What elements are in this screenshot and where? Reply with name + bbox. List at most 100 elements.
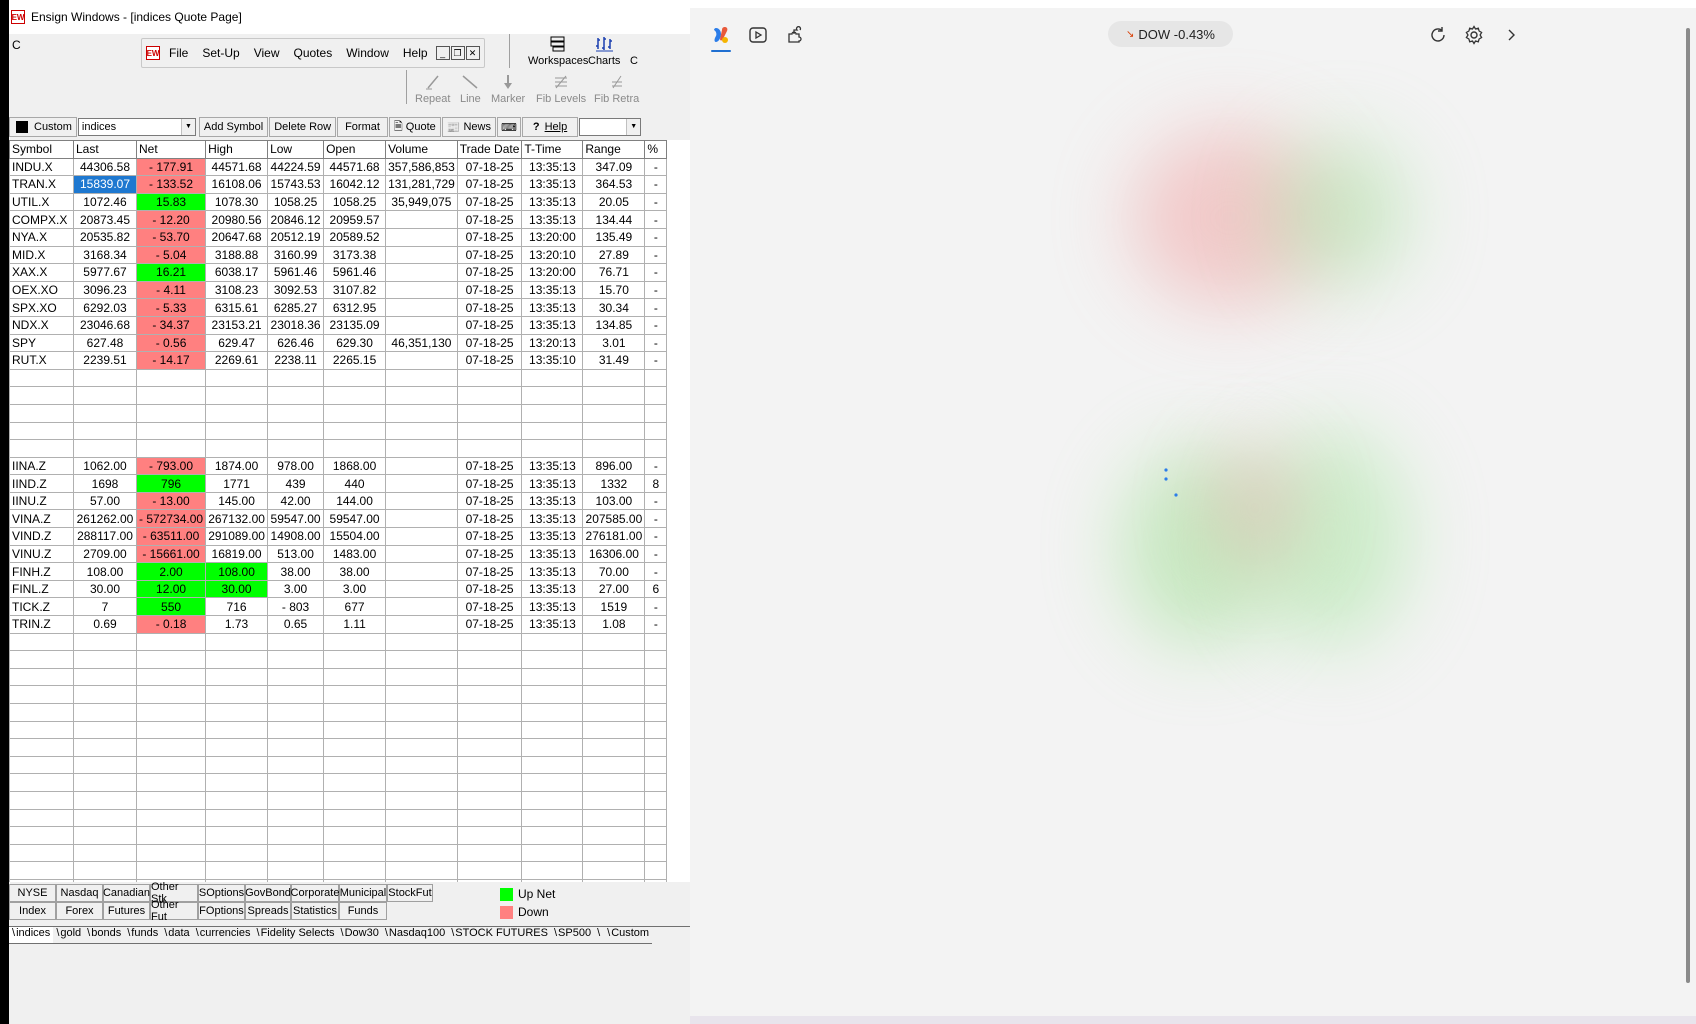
table-row[interactable]: NDX.X 23046.68- 34.37 23153.21 23018.36 2313… [9, 315, 668, 335]
quote-grid[interactable]: Symbol Last Net High Low Open Volume Tra… [9, 140, 690, 882]
cell-low[interactable] [267, 403, 325, 423]
cell-open[interactable]: 38.00 [323, 562, 387, 581]
cell-last[interactable] [73, 685, 137, 704]
cell-last[interactable] [73, 386, 137, 405]
cell-t-time[interactable] [521, 667, 584, 687]
cell-last[interactable] [73, 667, 137, 687]
cell-t-time[interactable]: 13:35:13 [521, 491, 584, 511]
cell-symbol[interactable]: SPX.XO [9, 298, 74, 317]
menu-file[interactable]: File [162, 46, 195, 60]
cell-open[interactable]: 2265.15 [323, 351, 387, 370]
sheet-tab[interactable]: indices [9, 927, 54, 944]
cell-high[interactable]: 23153.21 [205, 315, 269, 335]
cell-t-time[interactable]: 13:35:10 [521, 351, 584, 370]
cell-range[interactable] [582, 738, 646, 757]
cell-net[interactable] [135, 843, 207, 863]
quote-button[interactable]: 🗎 Quote [388, 117, 441, 137]
table-row[interactable]: VINA.Z 261262.00- 572734.00 267132.00 59547… [9, 509, 668, 529]
cell-volume[interactable] [385, 439, 458, 458]
cell-volume[interactable] [385, 650, 458, 669]
workspaces-button[interactable]: Workspaces [528, 36, 588, 67]
table-row[interactable] [9, 755, 668, 775]
cell-range[interactable]: 135.49 [582, 227, 646, 247]
cell-pct[interactable]: - [644, 263, 668, 282]
cell-open[interactable] [323, 368, 387, 388]
cell-last[interactable] [73, 632, 137, 652]
table-row[interactable]: IIND.Z 1698 796 1771 439 440 07-18-25 13:35:13 1… [9, 474, 668, 493]
cell-trade-date[interactable]: 07-18-25 [456, 315, 523, 335]
cell-trade-date[interactable]: 07-18-25 [456, 579, 523, 599]
cell-symbol[interactable]: MID.X [9, 245, 74, 265]
cell-low[interactable]: 978.00 [267, 456, 325, 476]
cell-high[interactable]: 16108.06 [205, 175, 269, 194]
cell-high[interactable]: 1874.00 [205, 456, 269, 476]
cell-symbol[interactable]: FINL.Z [9, 579, 74, 599]
cell-open[interactable]: 15504.00 [323, 527, 387, 546]
cell-trade-date[interactable]: 07-18-25 [456, 280, 523, 300]
cell-range[interactable]: 20.05 [582, 192, 646, 212]
cell-volume[interactable] [385, 210, 458, 229]
cell-t-time[interactable]: 13:35:13 [521, 509, 584, 529]
cell-volume[interactable] [385, 579, 458, 599]
cell-t-time[interactable] [521, 738, 584, 757]
table-row[interactable]: RUT.X 2239.51- 14.17 2269.61 2238.11 2265.15… [9, 351, 668, 370]
cell-low[interactable]: 513.00 [267, 544, 325, 564]
cell-pct[interactable]: - [644, 210, 668, 229]
sheet-tab[interactable] [594, 927, 605, 944]
cell-trade-date[interactable] [456, 667, 523, 687]
cell-net[interactable]: - 63511.00 [135, 527, 207, 546]
settings-icon[interactable] [1463, 24, 1485, 46]
c-button[interactable]: C [630, 36, 638, 67]
cell-high[interactable]: 20647.68 [205, 227, 269, 247]
cell-low[interactable] [267, 738, 325, 757]
cell-high[interactable]: 629.47 [205, 333, 269, 353]
cell-high[interactable]: 44571.68 [205, 157, 269, 177]
cell-trade-date[interactable]: 07-18-25 [456, 527, 523, 546]
cell-open[interactable]: 6312.95 [323, 298, 387, 317]
cell-symbol[interactable] [9, 773, 74, 792]
sheet-tab[interactable]: SP500 [550, 927, 595, 944]
category-button[interactable]: Other Fut [150, 899, 198, 923]
cell-net[interactable]: - 5.33 [135, 298, 207, 317]
cell-pct[interactable]: - [644, 562, 668, 581]
cell-net[interactable] [135, 703, 207, 722]
cell-pct[interactable] [644, 439, 668, 458]
mdi-logo-icon[interactable]: EW [146, 46, 160, 60]
cell-net[interactable] [135, 826, 207, 845]
cell-trade-date[interactable]: 07-18-25 [456, 210, 523, 229]
cell-trade-date[interactable] [456, 720, 523, 740]
cell-range[interactable]: 276181.00 [582, 527, 646, 546]
cell-volume[interactable]: 35,949,075 [385, 192, 458, 212]
cell-net[interactable]: 12.00 [135, 579, 207, 599]
cell-range[interactable] [582, 632, 646, 652]
sheet-tab[interactable]: Dow30 [337, 927, 382, 944]
cell-high[interactable] [205, 421, 269, 441]
cell-t-time[interactable]: 13:20:00 [521, 263, 584, 282]
col-range[interactable]: Range [582, 140, 646, 159]
col-volume[interactable]: Volume [385, 140, 458, 159]
cell-net[interactable]: 15.83 [135, 192, 207, 212]
table-row[interactable]: SPX.XO 6292.03- 5.33 6315.61 6285.27 6312.95… [9, 298, 668, 317]
cell-trade-date[interactable]: 07-18-25 [456, 509, 523, 529]
cell-pct[interactable]: - [644, 333, 668, 353]
cell-trade-date[interactable] [456, 386, 523, 405]
cell-volume[interactable] [385, 527, 458, 546]
cell-net[interactable] [135, 861, 207, 880]
cell-range[interactable]: 30.34 [582, 298, 646, 317]
cell-last[interactable]: 5977.67 [73, 263, 137, 282]
cell-range[interactable] [582, 808, 646, 828]
cell-t-time[interactable]: 13:35:13 [521, 527, 584, 546]
cell-net[interactable]: - 34.37 [135, 315, 207, 335]
cell-low[interactable] [267, 703, 325, 722]
cell-pct[interactable] [644, 685, 668, 704]
sheet-tab[interactable]: STOCK FUTURES [448, 927, 551, 944]
cell-symbol[interactable] [9, 421, 74, 441]
cell-high[interactable] [205, 386, 269, 405]
cell-range[interactable]: 1332 [582, 474, 646, 493]
col-t-time[interactable]: T-Time [521, 140, 584, 159]
cell-t-time[interactable] [521, 773, 584, 792]
cell-trade-date[interactable]: 07-18-25 [456, 615, 523, 634]
cell-trade-date[interactable] [456, 703, 523, 722]
cell-last[interactable]: 44306.58 [73, 157, 137, 177]
cell-pct[interactable]: - [644, 227, 668, 247]
